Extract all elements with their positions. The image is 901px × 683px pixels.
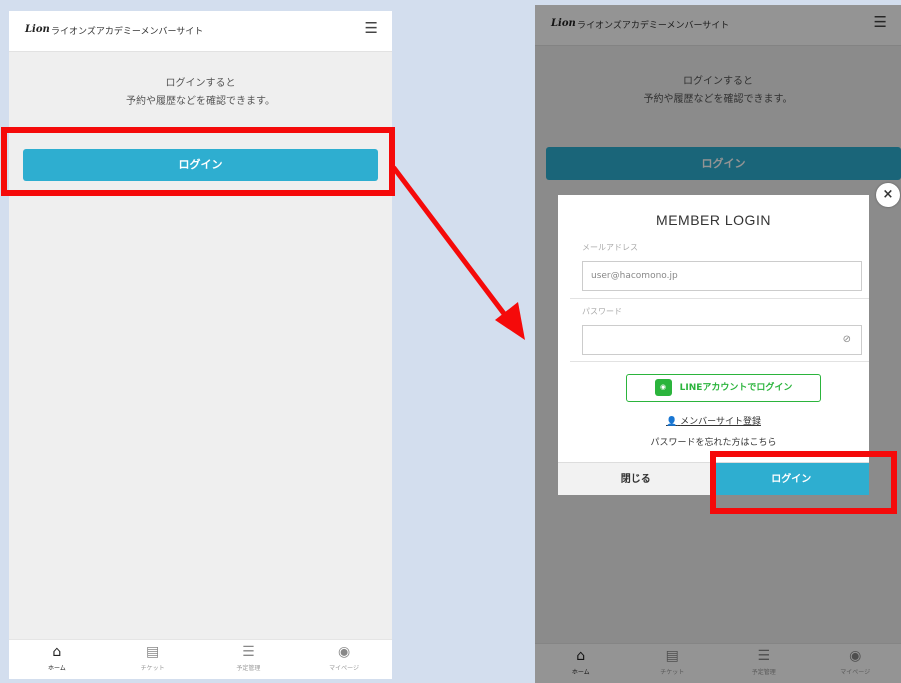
red-arrow (391, 165, 525, 340)
